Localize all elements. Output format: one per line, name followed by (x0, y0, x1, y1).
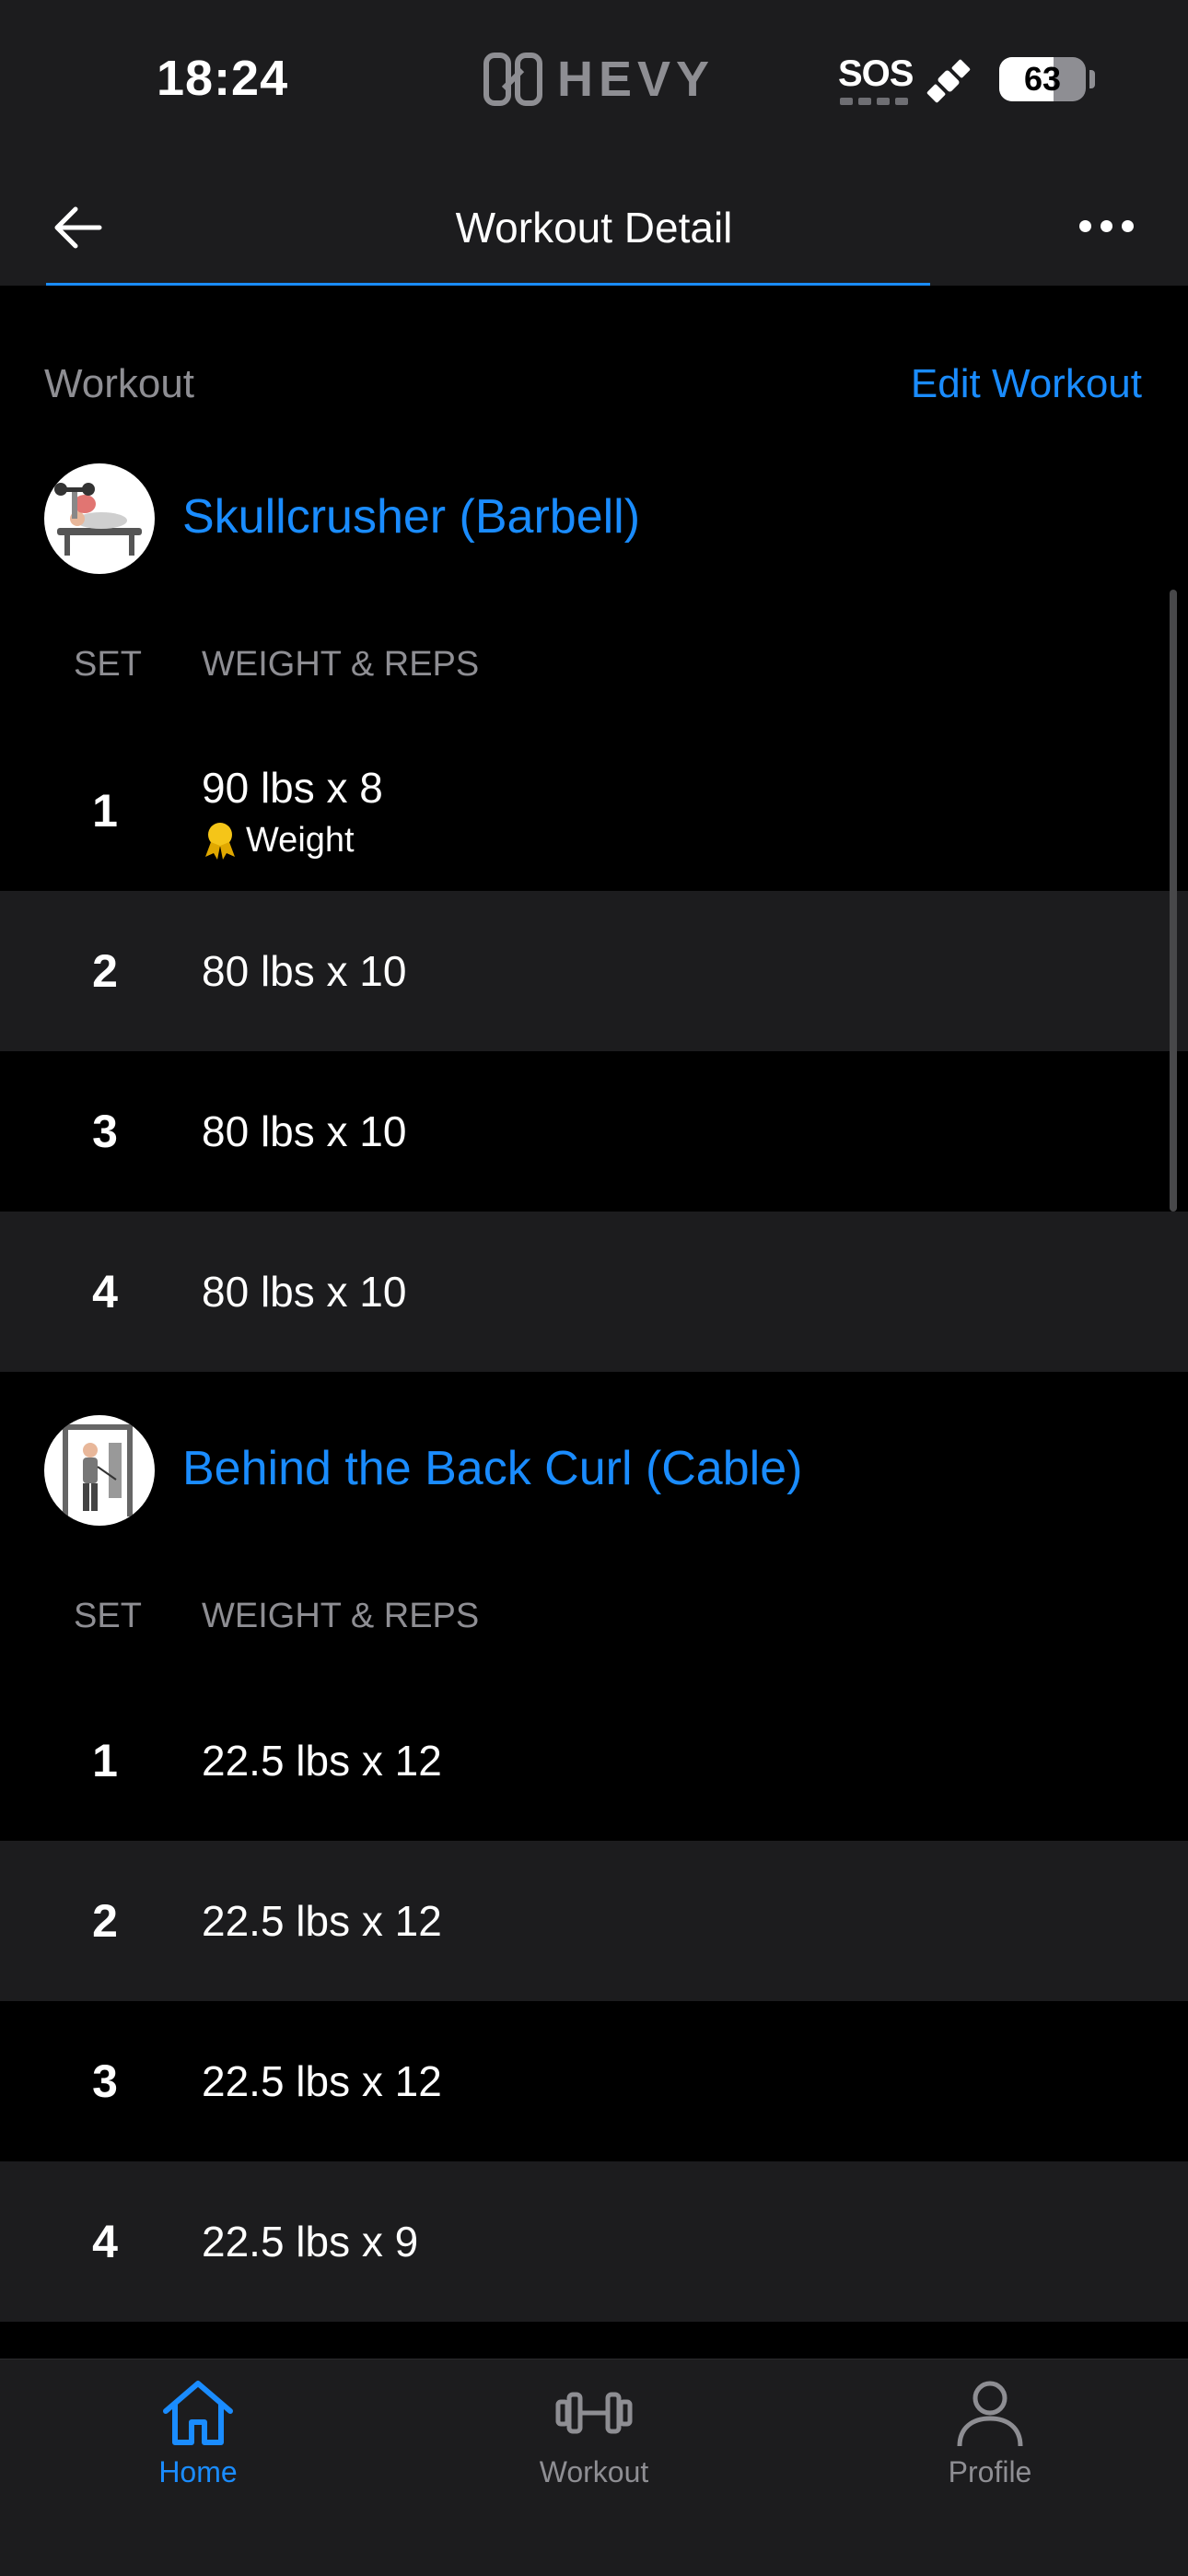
home-icon (163, 2381, 233, 2445)
set-weight-reps: 22.5 lbs x 12 (202, 1737, 442, 1785)
edit-workout-link[interactable]: Edit Workout (911, 361, 1142, 407)
set-weight-reps: 80 lbs x 10 (202, 1268, 407, 1316)
signal-dots (840, 98, 908, 105)
set-number: 1 (92, 1735, 118, 1786)
exercise-thumbnail (44, 463, 155, 574)
set-column-header: SET (74, 1597, 142, 1635)
exercise-header[interactable]: Behind the Back Curl (Cable) (0, 1415, 1188, 1535)
workout-section-header: Workout Edit Workout (0, 350, 1188, 424)
exercise-name[interactable]: Behind the Back Curl (Cable) (182, 1441, 802, 1496)
set-row: 4 80 lbs x 10 (0, 1212, 1188, 1372)
skullcrusher-illustration-icon (54, 483, 142, 556)
weight-reps-column-header: WEIGHT & REPS (202, 645, 480, 684)
set-weight-reps: 22.5 lbs x 12 (202, 1897, 442, 1945)
set-number: 4 (92, 2216, 118, 2267)
pr-label: Weight (246, 820, 355, 860)
set-number: 2 (92, 1895, 118, 1947)
set-weight-reps: 22.5 lbs x 12 (202, 2057, 442, 2105)
ellipsis-icon (1079, 219, 1091, 232)
battery-tip (1089, 70, 1095, 88)
battery-label: 63 (1023, 60, 1062, 98)
tab-indicator-line (46, 283, 930, 286)
battery-indicator: 63 (999, 57, 1086, 101)
exercise-thumbnail (44, 1415, 155, 1526)
set-row: 3 22.5 lbs x 12 (0, 2001, 1188, 2161)
set-number: 3 (92, 1106, 118, 1157)
set-row: 3 80 lbs x 10 (0, 1051, 1188, 1212)
set-weight-reps: 80 lbs x 10 (202, 1107, 407, 1155)
page-title: Workout Detail (455, 204, 733, 252)
status-time: 18:24 (157, 51, 289, 106)
tab-workout[interactable]: Workout (396, 2359, 792, 2507)
sos-label: SOS (838, 53, 914, 94)
set-number: 4 (92, 1266, 118, 1317)
tab-profile-label: Profile (948, 2455, 1032, 2488)
scrollbar[interactable] (1170, 590, 1177, 1212)
more-options-button[interactable] (1079, 207, 1144, 244)
person-icon (957, 2381, 1023, 2447)
tab-bar: Home Workout Profile (0, 2359, 1188, 2576)
set-row: 1 90 lbs x 8 Weight (0, 731, 1188, 891)
cable-curl-illustration-icon (63, 1424, 133, 1516)
set-number: 3 (92, 2055, 118, 2107)
status-bar: 18:24 HEVY SOS 63 (0, 0, 1188, 161)
set-row: 1 22.5 lbs x 12 (0, 1680, 1188, 1841)
set-row: 4 22.5 lbs x 9 (0, 2161, 1188, 2322)
set-row: 2 80 lbs x 10 (0, 891, 1188, 1051)
exercise-header[interactable]: Skullcrusher (Barbell) (0, 463, 1188, 583)
set-weight-reps: 22.5 lbs x 9 (202, 2218, 419, 2266)
sets-column-headers: SET WEIGHT & REPS (0, 1587, 1188, 1643)
navigation-header: Workout Detail (0, 161, 1188, 286)
tab-home-label: Home (158, 2455, 238, 2488)
sos-indicator: SOS (838, 53, 914, 109)
set-weight-reps: 90 lbs x 8 (202, 764, 383, 812)
tab-home[interactable]: Home (0, 2359, 396, 2507)
satellite-icon (926, 59, 971, 103)
weight-reps-column-header: WEIGHT & REPS (202, 1597, 480, 1635)
set-number: 1 (92, 785, 118, 837)
set-column-header: SET (74, 645, 142, 684)
tab-workout-label: Workout (539, 2455, 649, 2488)
brand-wordmark: HEVY (557, 52, 716, 107)
medal-icon (205, 823, 235, 860)
sets-column-headers: SET WEIGHT & REPS (0, 636, 1188, 691)
dumbbell-icon (555, 2392, 633, 2434)
section-label: Workout (44, 361, 195, 406)
set-row: 2 22.5 lbs x 12 (0, 1841, 1188, 2001)
app-brand: HEVY (483, 52, 715, 107)
set-weight-reps: 80 lbs x 10 (202, 947, 407, 995)
hevy-logo-icon (483, 53, 542, 106)
exercise-name[interactable]: Skullcrusher (Barbell) (182, 489, 640, 544)
set-number: 2 (92, 945, 118, 997)
personal-record-badge: Weight (202, 817, 355, 863)
tab-profile[interactable]: Profile (792, 2359, 1188, 2507)
